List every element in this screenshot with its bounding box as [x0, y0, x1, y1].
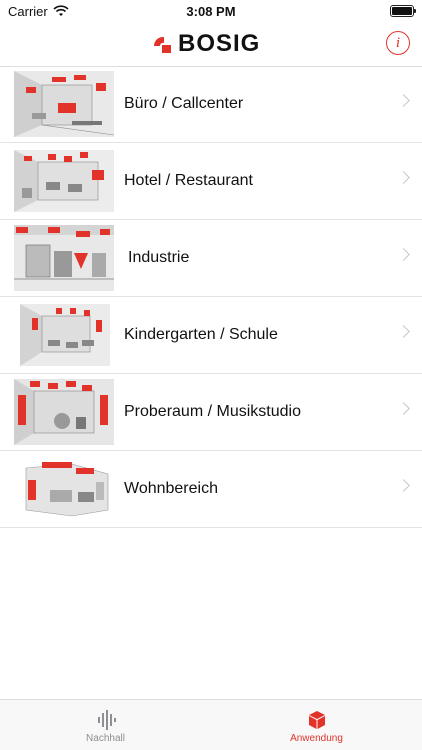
list-item-wohnbereich[interactable]: Wohnbereich: [0, 451, 422, 528]
chevron-right-icon: [397, 171, 410, 184]
clock: 3:08 PM: [186, 4, 236, 19]
list-item-label: Industrie: [128, 249, 190, 266]
classroom-illustration: [12, 300, 116, 370]
list-item-label: Büro / Callcenter: [124, 95, 244, 112]
list-item-industrie[interactable]: Industrie: [0, 220, 422, 297]
studio-illustration: [12, 377, 116, 447]
navigation-bar: BOSIG i: [0, 22, 422, 67]
list-item-label: Wohnbereich: [124, 480, 218, 497]
list-item-label: Kindergarten / Schule: [124, 326, 278, 343]
chevron-right-icon: [397, 402, 410, 415]
chevron-right-icon: [397, 325, 410, 338]
logo-mark-icon: [152, 34, 172, 54]
living-illustration: [12, 454, 116, 524]
tab-bar: Nachhall Anwendung: [0, 699, 422, 750]
battery-icon: [390, 5, 416, 17]
list-item-label: Hotel / Restaurant: [124, 172, 253, 189]
application-list: Büro / Callcenter Hotel / Restaurant Ind…: [0, 66, 422, 528]
tab-label: Anwendung: [290, 733, 343, 744]
list-item-label: Proberaum / Musikstudio: [124, 403, 301, 420]
info-icon: i: [395, 35, 401, 51]
industry-illustration: [12, 223, 116, 293]
restaurant-illustration: [12, 146, 116, 216]
cube-icon: [307, 710, 327, 730]
waveform-icon: [96, 710, 116, 730]
office-illustration: [12, 69, 116, 139]
chevron-right-icon: [397, 248, 410, 261]
brand-logo: BOSIG: [152, 30, 261, 57]
chevron-right-icon: [397, 479, 410, 492]
list-item-hotel[interactable]: Hotel / Restaurant: [0, 143, 422, 220]
list-item-buero[interactable]: Büro / Callcenter: [0, 66, 422, 143]
list-item-kindergarten[interactable]: Kindergarten / Schule: [0, 297, 422, 374]
list-item-proberaum[interactable]: Proberaum / Musikstudio: [0, 374, 422, 451]
brand-name: BOSIG: [178, 30, 261, 57]
tab-label: Nachhall: [86, 733, 125, 744]
tab-anwendung[interactable]: Anwendung: [211, 700, 422, 750]
chevron-right-icon: [397, 94, 410, 107]
info-button[interactable]: i: [386, 31, 410, 55]
status-bar: Carrier 3:08 PM: [0, 0, 422, 22]
tab-nachhall[interactable]: Nachhall: [0, 700, 211, 750]
